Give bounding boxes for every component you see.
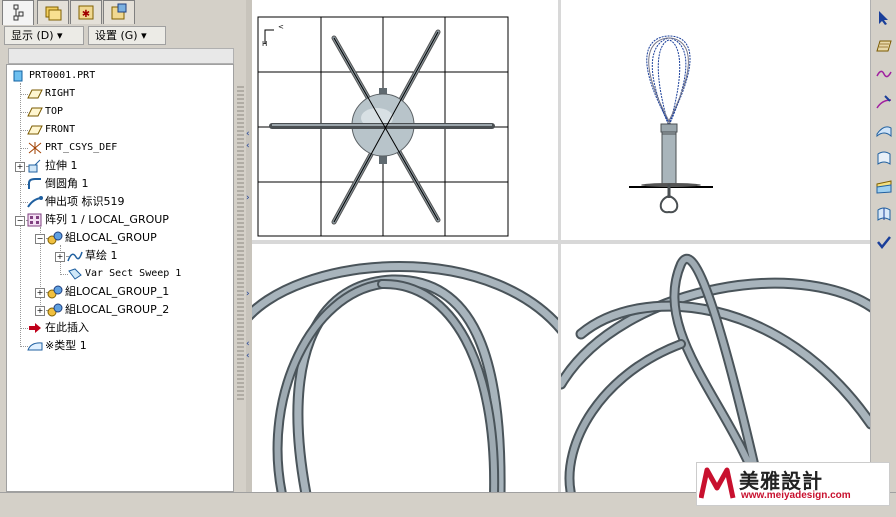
surface-tool-icon[interactable] (876, 122, 892, 138)
group-icon (47, 303, 63, 317)
show-menu-button[interactable]: 显示 (D) ▾ (4, 26, 84, 45)
connections-icon (111, 3, 127, 20)
whisk-top-view: H < (257, 16, 509, 237)
merge-surface-icon[interactable] (876, 178, 892, 194)
collapse-group[interactable]: − (35, 234, 45, 244)
svg-text:›: › (246, 193, 250, 203)
datum-plane-icon (27, 107, 43, 117)
panel-tabs: ✱ (0, 0, 246, 25)
whisk-model (629, 35, 713, 214)
expand-extrude[interactable]: + (15, 162, 25, 172)
svg-text:✱: ✱ (82, 9, 90, 20)
expand-group-1[interactable]: + (35, 288, 45, 298)
svg-text:‹: ‹ (246, 351, 250, 361)
whisk-wire-front-closeup (252, 261, 558, 492)
folder-icon (45, 6, 62, 21)
tab-folder-browser[interactable] (37, 0, 69, 24)
quilt-icon (27, 342, 43, 351)
datum-plane-tool-icon[interactable] (876, 38, 892, 54)
group-icon (47, 285, 63, 299)
tree-root-label: PRT0001.PRT (29, 70, 96, 81)
tree-filter-bar[interactable] (8, 48, 234, 64)
tree-toolbar: 显示 (D) ▾ 设置 (G) ▾ (4, 26, 236, 46)
svg-text:‹: ‹ (246, 129, 250, 139)
collapse-pattern[interactable]: − (15, 216, 25, 226)
insert-arrow-icon (29, 323, 41, 333)
viewport-front-closeup[interactable] (252, 244, 558, 492)
feature-toolbar (870, 0, 896, 492)
datum-plane-icon (27, 125, 43, 135)
csys-icon (28, 142, 42, 154)
group-icon (47, 231, 63, 245)
sketch-tool-icon[interactable] (876, 94, 892, 110)
panel-scroll-sash[interactable] (237, 86, 244, 402)
datum-plane-icon (27, 89, 43, 99)
tab-connections[interactable] (103, 0, 135, 24)
brand-logo-icon (699, 467, 736, 499)
svg-text:‹: ‹ (246, 339, 250, 349)
sketch-icon (67, 251, 83, 262)
model-tree: PRT0001.PRT RIGHT TOP FRONT PRT_CSYS_DEF… (6, 64, 234, 492)
protrusion-icon (27, 196, 43, 208)
select-arrow-icon[interactable] (876, 10, 892, 26)
confirm-check-icon[interactable] (876, 234, 892, 250)
extrude-icon (28, 159, 41, 173)
part-icon (13, 70, 23, 82)
tab-favorites[interactable]: ✱ (70, 0, 102, 24)
viewport-top-view[interactable]: H < (252, 0, 558, 240)
tab-model-tree[interactable] (2, 0, 34, 25)
model-tree-panel: ✱ 显示 (D) ▾ 设置 (G) ▾ PRT0001.PRT RIGHT TO… (0, 0, 246, 516)
settings-menu-button[interactable]: 设置 (G) ▾ (88, 26, 166, 45)
viewport-side-closeup[interactable] (561, 244, 870, 492)
datum-curve-tool-icon[interactable] (876, 66, 892, 82)
expand-group-2[interactable]: + (35, 306, 45, 316)
whisk-wire-side-closeup (561, 253, 870, 492)
svg-text:‹: ‹ (246, 141, 250, 151)
expand-sketch[interactable]: + (55, 252, 65, 262)
model-tree-icon (13, 4, 24, 21)
watermark-url: www.meiyadesign.com (741, 490, 851, 501)
viewport-isometric-view[interactable] (561, 0, 870, 240)
watermark-logo: 美雅設計 www.meiyadesign.com (696, 462, 890, 506)
sweep-icon (68, 268, 82, 280)
svg-text:›: › (246, 289, 250, 299)
boundary-blend-icon[interactable] (876, 150, 892, 166)
pattern-icon (27, 213, 42, 227)
svg-text:<: < (278, 23, 284, 31)
round-icon (28, 178, 41, 189)
trim-surface-icon[interactable] (876, 206, 892, 222)
svg-text:H: H (262, 40, 267, 48)
favorites-icon: ✱ (78, 5, 94, 20)
